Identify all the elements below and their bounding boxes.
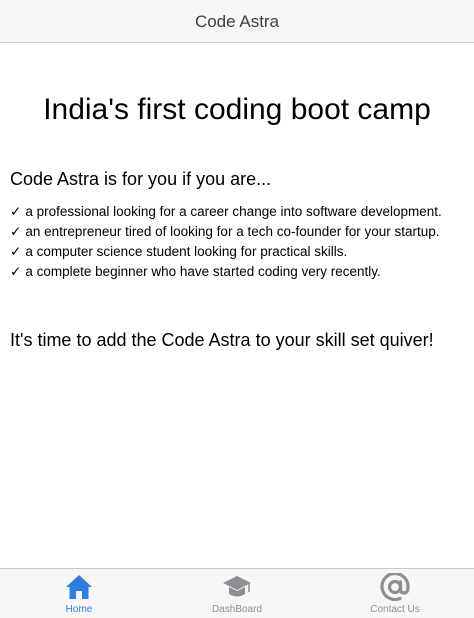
list-item: ✓ a complete beginner who have started co… [10, 262, 442, 282]
home-icon [64, 573, 94, 601]
closing-text: It's time to add the Code Astra to your … [10, 330, 434, 350]
tab-dashboard[interactable]: DashBoard [158, 569, 316, 618]
graduation-cap-icon [222, 573, 252, 601]
tab-home-label: Home [65, 604, 93, 615]
check-icon: ✓ [10, 244, 22, 259]
list-item-text: an entrepreneur tired of looking for a t… [25, 224, 440, 239]
audience-list: ✓ a professional looking for a career cha… [10, 202, 442, 282]
page-headline: India's first coding boot camp [43, 93, 431, 126]
check-icon: ✓ [10, 264, 22, 279]
tab-bar: Home DashBoard Contact Us [0, 568, 474, 618]
list-item: ✓ a computer science student looking for … [10, 242, 442, 262]
tab-dashboard-label: DashBoard [211, 604, 263, 615]
list-item-text: a professional looking for a career chan… [25, 204, 442, 219]
nav-title: Code Astra [194, 12, 280, 31]
tab-contact-us[interactable]: Contact Us [316, 569, 474, 618]
audience-subhead: Code Astra is for you if you are... [10, 169, 272, 189]
list-item-text: a computer science student looking for p… [25, 244, 348, 259]
list-item: ✓ a professional looking for a career cha… [10, 202, 442, 222]
at-sign-icon [380, 573, 410, 601]
check-icon: ✓ [10, 204, 22, 219]
check-icon: ✓ [10, 224, 22, 239]
tab-home[interactable]: Home [0, 569, 158, 618]
nav-bar: Code Astra [0, 0, 474, 43]
tab-contact-us-label: Contact Us [370, 604, 420, 615]
list-item-text: a complete beginner who have started cod… [25, 264, 381, 279]
list-item: ✓ an entrepreneur tired of looking for a … [10, 222, 442, 242]
